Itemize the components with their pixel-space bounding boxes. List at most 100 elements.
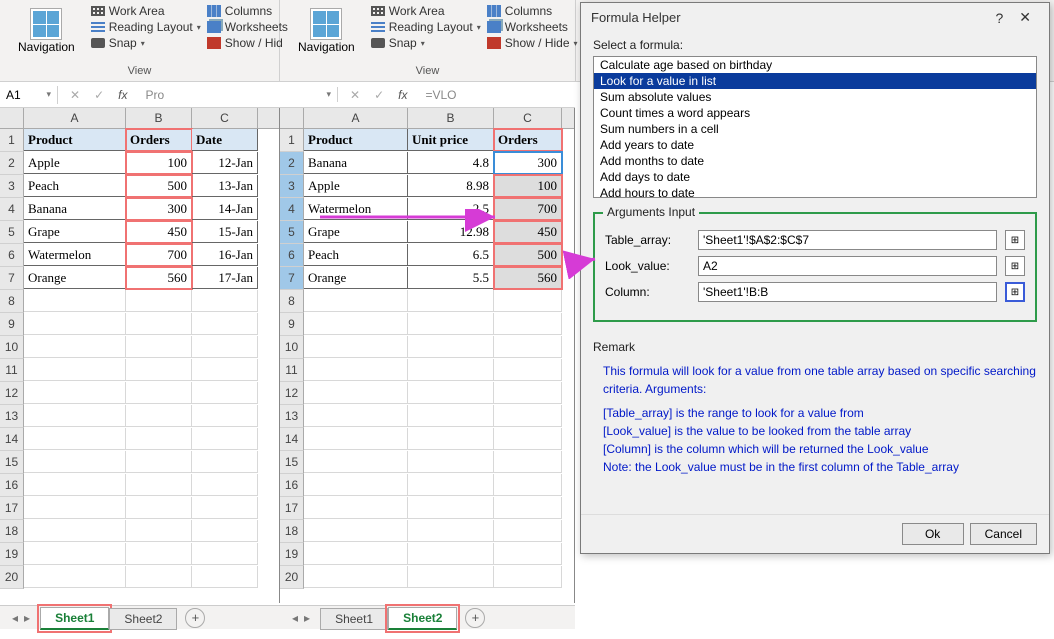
name-box-2[interactable]: ▾ <box>280 87 338 102</box>
cell[interactable]: 4.8 <box>408 152 494 174</box>
cell[interactable] <box>304 313 408 335</box>
cell[interactable]: Peach <box>304 244 408 266</box>
cell[interactable]: 12-Jan <box>192 152 258 174</box>
cell[interactable] <box>192 451 258 473</box>
cell[interactable] <box>408 359 494 381</box>
cell[interactable]: Orange <box>24 267 126 289</box>
cell[interactable]: 500 <box>494 244 562 266</box>
cell[interactable] <box>494 359 562 381</box>
dialog-close-button[interactable]: ✕ <box>1011 9 1039 26</box>
cell[interactable] <box>24 497 126 519</box>
reading-layout-button[interactable]: Reading Layout▾ <box>91 20 201 34</box>
tab-nav-next[interactable]: ▸ <box>302 611 312 625</box>
range-picker-button-active[interactable]: ⊞ <box>1005 282 1025 302</box>
cell[interactable] <box>24 290 126 312</box>
cell[interactable] <box>126 336 192 358</box>
cell[interactable]: Banana <box>304 152 408 174</box>
cell[interactable]: Grape <box>24 221 126 243</box>
cell[interactable] <box>408 290 494 312</box>
cell[interactable] <box>494 290 562 312</box>
cell[interactable] <box>494 405 562 427</box>
grid-2[interactable]: ABC1ProductUnit priceOrders2Banana4.8300… <box>280 108 574 589</box>
cell[interactable]: 14-Jan <box>192 198 258 220</box>
cell[interactable] <box>24 405 126 427</box>
cell[interactable]: 560 <box>494 267 562 289</box>
cell[interactable] <box>304 336 408 358</box>
cell[interactable]: Apple <box>24 152 126 174</box>
navigation-button-2[interactable]: Navigation <box>288 4 365 58</box>
cell[interactable] <box>192 543 258 565</box>
work-area-button[interactable]: Work Area <box>91 4 201 18</box>
fx-button[interactable]: fx <box>392 88 413 102</box>
cell[interactable]: 2.5 <box>408 198 494 220</box>
formula-list-item[interactable]: Look for a value in list <box>594 73 1036 89</box>
cell[interactable]: 13-Jan <box>192 175 258 197</box>
tab-nav-prev[interactable]: ◂ <box>10 611 20 625</box>
cell[interactable]: 700 <box>494 198 562 220</box>
cell[interactable] <box>304 405 408 427</box>
cell[interactable]: 12.98 <box>408 221 494 243</box>
cell[interactable] <box>408 497 494 519</box>
formula-list-item[interactable]: Add months to date <box>594 153 1036 169</box>
cell[interactable] <box>304 543 408 565</box>
cell[interactable] <box>24 428 126 450</box>
cell[interactable] <box>192 497 258 519</box>
formula-list-item[interactable]: Add days to date <box>594 169 1036 185</box>
cell[interactable] <box>24 520 126 542</box>
cell[interactable]: 6.5 <box>408 244 494 266</box>
range-picker-button[interactable]: ⊞ <box>1005 230 1025 250</box>
column-header-cell[interactable]: Date <box>192 129 258 151</box>
cell[interactable]: 100 <box>126 152 192 174</box>
sheet-tab-sheet2[interactable]: Sheet2 <box>109 608 177 630</box>
cell[interactable]: 500 <box>126 175 192 197</box>
cell[interactable] <box>494 474 562 496</box>
cell[interactable] <box>408 474 494 496</box>
dialog-titlebar[interactable]: Formula Helper ? ✕ <box>581 3 1049 32</box>
worksheets-button-2[interactable]: Worksheets <box>487 20 578 34</box>
tab-nav-arrows-2[interactable]: ◂▸ <box>290 611 312 625</box>
grid-1[interactable]: ABC1ProductOrdersDate2Apple10012-Jan3Pea… <box>0 108 279 589</box>
cell[interactable] <box>494 451 562 473</box>
cell[interactable]: Watermelon <box>24 244 126 266</box>
cell[interactable] <box>126 405 192 427</box>
cell[interactable] <box>192 405 258 427</box>
accept-formula-button[interactable]: ✓ <box>368 88 390 102</box>
cell[interactable] <box>192 566 258 588</box>
cell[interactable] <box>192 336 258 358</box>
sheet-tab-sheet1[interactable]: Sheet1 <box>40 607 109 630</box>
cell[interactable]: 450 <box>126 221 192 243</box>
cell[interactable]: Peach <box>24 175 126 197</box>
columns-button-2[interactable]: Columns <box>487 4 578 18</box>
cell[interactable] <box>126 474 192 496</box>
cell[interactable] <box>192 359 258 381</box>
worksheets-button[interactable]: Worksheets <box>207 20 288 34</box>
cell[interactable] <box>304 290 408 312</box>
cell[interactable] <box>494 520 562 542</box>
cell[interactable] <box>24 313 126 335</box>
formula-list-item[interactable]: Count times a word appears <box>594 105 1036 121</box>
cell[interactable] <box>126 290 192 312</box>
name-box[interactable]: A1▾ <box>0 86 58 104</box>
column-input[interactable] <box>698 282 997 302</box>
cell[interactable] <box>408 520 494 542</box>
cell[interactable] <box>408 382 494 404</box>
formula-list-item[interactable]: Sum numbers in a cell <box>594 121 1036 137</box>
add-sheet-button-2[interactable]: + <box>465 608 485 628</box>
cell[interactable]: Banana <box>24 198 126 220</box>
cell[interactable] <box>24 566 126 588</box>
cell[interactable]: 5.5 <box>408 267 494 289</box>
cell[interactable] <box>192 520 258 542</box>
cell[interactable] <box>126 520 192 542</box>
cell[interactable] <box>126 428 192 450</box>
formula-list-item[interactable]: Add years to date <box>594 137 1036 153</box>
cell[interactable]: 16-Jan <box>192 244 258 266</box>
sheet-tab-sheet2-2[interactable]: Sheet2 <box>388 607 457 630</box>
formula-input-2[interactable]: =VLO <box>419 86 575 104</box>
cell[interactable]: Grape <box>304 221 408 243</box>
column-header-cell[interactable]: Orders <box>126 129 192 151</box>
cell[interactable] <box>408 313 494 335</box>
cell[interactable] <box>304 474 408 496</box>
ok-button[interactable]: Ok <box>902 523 964 545</box>
cell[interactable] <box>126 497 192 519</box>
look-value-input[interactable] <box>698 256 997 276</box>
